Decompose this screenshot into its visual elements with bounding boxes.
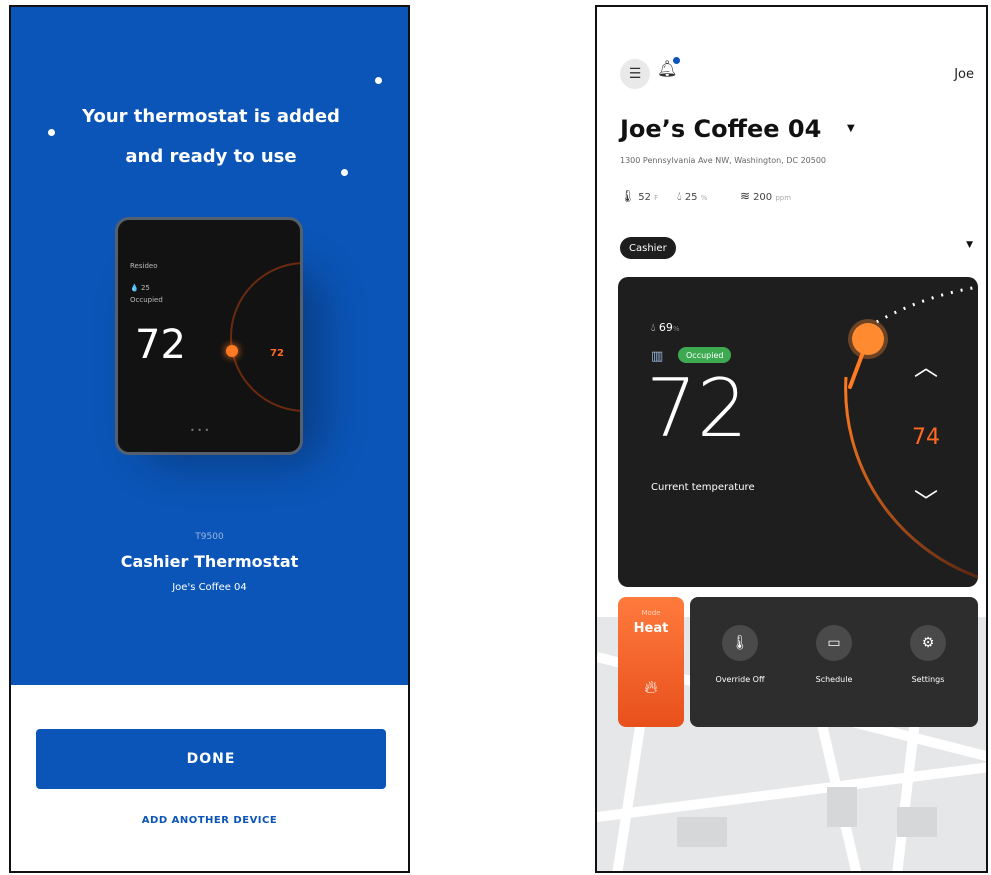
device-brand: Resideo [130, 262, 158, 270]
notification-badge [673, 57, 680, 64]
mode-label: Mode [641, 609, 661, 617]
gear-icon: ⚙ [910, 625, 946, 661]
schedule-button[interactable]: ▭ Schedule [794, 625, 874, 684]
action-label: Override Off [715, 675, 765, 684]
model-number: T9500 [195, 532, 224, 542]
thermometer-icon: 🌡︎ [620, 189, 636, 203]
air-quality-icon: ≋ [740, 189, 751, 203]
add-another-device-link[interactable]: ADD ANOTHER DEVICE [11, 815, 408, 826]
success-panel: Your thermostat is added and ready to us… [11, 7, 408, 685]
setpoint-value: 74 [912, 425, 940, 450]
device-dial-arc [230, 262, 300, 412]
override-off-button[interactable]: 🌡︎ Override Off [700, 625, 780, 684]
air-quality-metric: ≋ 200 ppm [740, 189, 792, 203]
thermostat-location: Joe's Coffee 04 [172, 582, 247, 593]
device-occupancy: Occupied [130, 296, 163, 304]
device-humidity: 💧 25 [130, 284, 150, 292]
flame-icon: 🔥︎ [644, 677, 658, 698]
chevron-up-icon[interactable]: ︿ [906, 347, 946, 382]
user-name[interactable]: Joe [954, 67, 974, 82]
occupancy-badge: Occupied [678, 347, 732, 363]
decor-dot [375, 77, 382, 84]
done-button[interactable]: DONE [36, 729, 386, 789]
menu-icon[interactable]: ☰ [620, 59, 650, 89]
actions-panel: 🌡︎ Override Off ▭ Schedule ⚙ Settings [690, 597, 978, 727]
device-dial-knob [226, 345, 238, 357]
mode-button[interactable]: Mode Heat 🔥︎ [618, 597, 684, 727]
dashboard-screen: ☰ 🔔︎ Joe Joe’s Coffee 04 ▼ 1300 Pennsylv… [595, 5, 988, 873]
humidity-metric: 💧︎ 25 % [677, 189, 708, 203]
thermostat-device-image: Resideo 💧 25 Occupied 72 72 • • • [115, 217, 303, 455]
calendar-icon: ▭ [816, 625, 852, 661]
outdoor-temp-metric: 🌡︎ 52 F [620, 189, 659, 203]
humidity-icon: 💧︎ [651, 321, 659, 334]
setup-complete-screen: Your thermostat is added and ready to us… [9, 5, 410, 873]
thermometer-override-icon: 🌡︎ [722, 625, 758, 661]
mode-value: Heat [633, 621, 669, 636]
current-temperature: 72 [646, 362, 748, 455]
headline-line-1: Your thermostat is added [82, 106, 340, 127]
humidity-icon: 💧︎ [677, 189, 682, 203]
store-title[interactable]: Joe’s Coffee 04 [620, 115, 821, 143]
device-page-dots: • • • [190, 426, 210, 435]
action-label: Settings [911, 675, 945, 684]
chevron-down-icon[interactable]: ﹀ [906, 482, 946, 517]
current-temperature-label: Current temperature [651, 482, 755, 493]
settings-button[interactable]: ⚙ Settings [888, 625, 968, 684]
device-setpoint: 72 [270, 348, 284, 359]
headline-line-2: and ready to use [125, 146, 297, 167]
zone-selector[interactable]: Cashier [620, 237, 676, 259]
thermostat-name: Cashier Thermostat [120, 552, 299, 571]
store-address: 1300 Pennsylvania Ave NW, Washington, DC… [620, 156, 827, 165]
thermostat-card: 💧︎ 69% ▥ Occupied 72 Current temperature… [618, 277, 978, 587]
action-label: Schedule [815, 675, 853, 684]
device-temperature: 72 [135, 322, 186, 368]
zone-dropdown-icon[interactable]: ▼ [966, 240, 973, 250]
indoor-humidity: 💧︎ 69% [651, 321, 680, 334]
caret-down-icon[interactable]: ▼ [847, 123, 855, 134]
